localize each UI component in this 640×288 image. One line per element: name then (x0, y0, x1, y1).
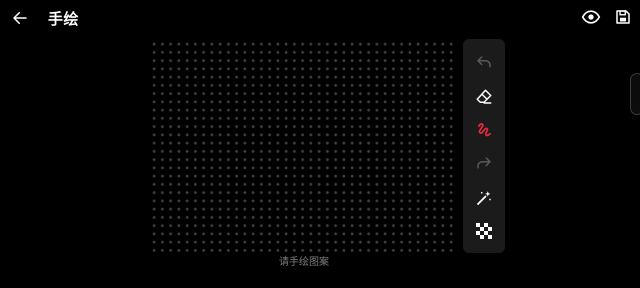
page-title: 手绘 (48, 10, 80, 28)
drawing-canvas[interactable] (150, 40, 458, 252)
brush-button[interactable] (472, 120, 496, 144)
eye-icon (581, 7, 601, 31)
eraser-icon (475, 88, 493, 110)
redo-icon (475, 155, 493, 177)
back-button[interactable] (8, 8, 32, 32)
canvas-hint: 请手绘图案 (279, 257, 329, 268)
save-icon (614, 8, 632, 30)
eraser-button[interactable] (472, 87, 496, 111)
save-button[interactable] (611, 7, 635, 31)
brush-icon (475, 121, 493, 143)
magic-wand-button[interactable] (472, 188, 496, 212)
side-panel-handle[interactable] (630, 73, 640, 115)
undo-icon (475, 54, 493, 76)
mosaic-button[interactable] (472, 221, 496, 245)
magic-wand-icon (475, 189, 493, 211)
arrow-left-icon (11, 9, 29, 31)
undo-button[interactable] (472, 53, 496, 77)
mosaic-icon (476, 223, 492, 243)
tool-panel (463, 39, 505, 253)
top-bar: 手绘 (0, 0, 640, 40)
preview-button[interactable] (579, 7, 603, 31)
redo-button[interactable] (472, 154, 496, 178)
